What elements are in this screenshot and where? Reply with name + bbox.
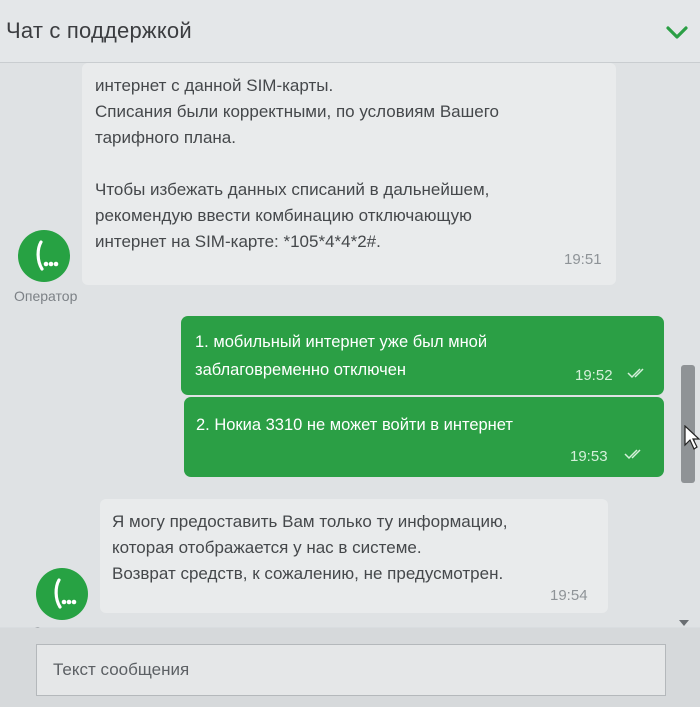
scrollbar-thumb[interactable] — [681, 365, 695, 483]
message-time: 19:54 — [550, 587, 588, 604]
scroll-down-arrow-icon[interactable] — [678, 618, 690, 628]
operator-avatar — [36, 568, 88, 620]
operator-logo-icon — [36, 240, 59, 271]
message-line: Списания были корректными, по условиям В… — [95, 102, 500, 121]
message-line: рекомендую ввести комбинацию отключающую — [95, 206, 472, 225]
collapse-chat-button[interactable] — [660, 18, 694, 48]
read-ticks-icon — [627, 368, 644, 379]
message-time: 19:53 — [570, 448, 608, 465]
message-line: Возврат средств, к сожалению, не предусм… — [112, 564, 504, 583]
message-line: 1. мобильный интернет уже был мной — [195, 333, 488, 351]
message-line: Я могу предоставить Вам только ту информ… — [112, 512, 508, 531]
chat-header: Чат с поддержкой — [0, 0, 700, 63]
chat-title: Чат с поддержкой — [6, 18, 192, 43]
mouse-cursor-icon — [684, 425, 700, 450]
message-line: интернет с данной SIM-карты. — [95, 76, 334, 95]
sender-label: Оператор — [14, 288, 78, 304]
message-list[interactable]: интернет с данной SIM-карты. Списания бы… — [0, 63, 700, 640]
message-line: 2. Нокиа 3310 не может войти в интернет — [196, 416, 513, 434]
message-line: которая отображается у нас в системе. — [112, 538, 422, 557]
message-line: Чтобы избежать данных списаний в дальней… — [95, 180, 490, 199]
message-line: тарифного плана. — [95, 128, 236, 147]
user-message: 1. мобильный интернет уже был мной забла… — [181, 316, 664, 395]
operator-message: Я могу предоставить Вам только ту информ… — [100, 499, 608, 613]
message-line: интернет на SIM-карте: *105*4*4*2#. — [95, 232, 381, 251]
composer — [0, 628, 700, 707]
operator-message: интернет с данной SIM-карты. Списания бы… — [82, 63, 616, 285]
message-input[interactable] — [36, 644, 666, 696]
message-time: 19:51 — [564, 251, 602, 268]
user-message: 2. Нокиа 3310 не может войти в интернет … — [184, 397, 664, 477]
message-line — [95, 151, 499, 177]
message-time: 19:52 — [575, 367, 613, 384]
chevron-down-icon — [666, 26, 688, 39]
operator-logo-icon — [54, 578, 77, 609]
read-ticks-icon — [624, 449, 641, 460]
message-line: заблаговременно отключен — [195, 361, 407, 379]
operator-avatar — [18, 230, 70, 282]
